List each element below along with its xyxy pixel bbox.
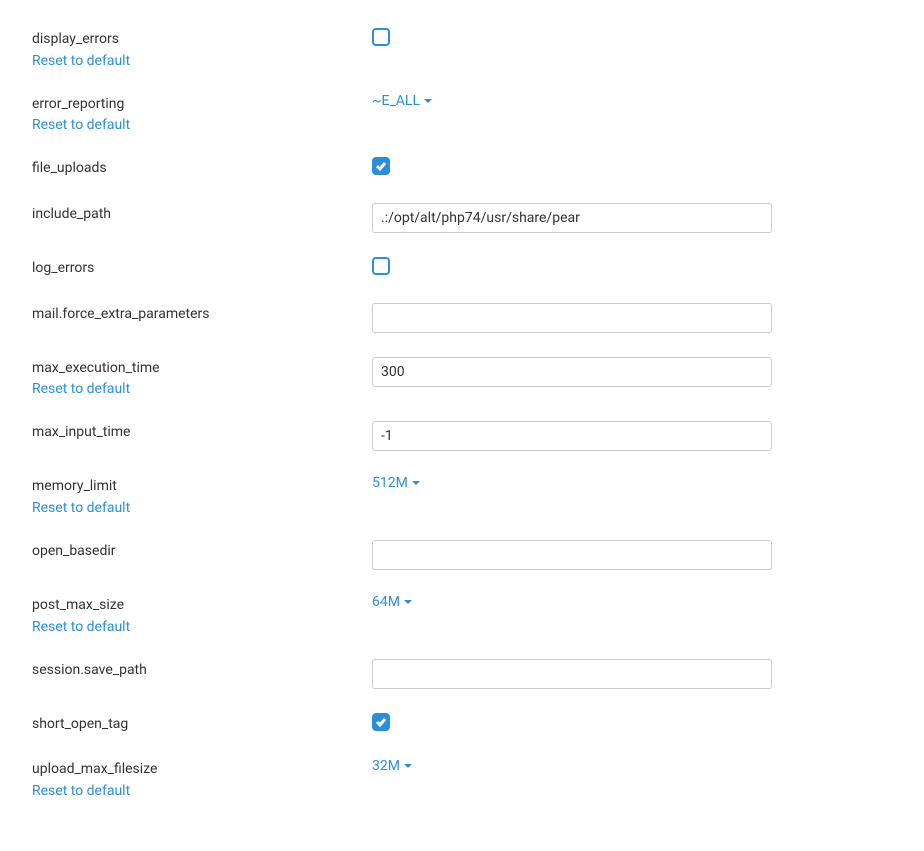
- log-errors-checkbox[interactable]: [372, 257, 390, 275]
- setting-label: max_input_time: [32, 423, 372, 443]
- setting-row-max-execution-time: max_execution_time Reset to default: [32, 357, 892, 398]
- value-col: 512M: [372, 475, 772, 491]
- setting-row-short-open-tag: short_open_tag: [32, 713, 892, 735]
- label-col: memory_limit Reset to default: [32, 475, 372, 516]
- label-col: upload_max_filesize Reset to default: [32, 758, 372, 799]
- setting-row-include-path: include_path: [32, 203, 892, 233]
- value-col: [372, 357, 772, 387]
- setting-label: short_open_tag: [32, 715, 372, 735]
- label-col: session.save_path: [32, 659, 372, 681]
- check-icon: [375, 160, 387, 172]
- reset-link[interactable]: Reset to default: [32, 619, 130, 635]
- upload-max-filesize-dropdown[interactable]: 32M: [372, 758, 412, 774]
- label-col: short_open_tag: [32, 713, 372, 735]
- label-col: open_basedir: [32, 540, 372, 562]
- setting-row-log-errors: log_errors: [32, 257, 892, 279]
- max-input-time-input[interactable]: [372, 421, 772, 451]
- value-col: [372, 540, 772, 570]
- reset-link[interactable]: Reset to default: [32, 381, 130, 397]
- setting-row-file-uploads: file_uploads: [32, 157, 892, 179]
- setting-label: include_path: [32, 205, 372, 225]
- value-col: [372, 659, 772, 689]
- value-col: 64M: [372, 594, 772, 610]
- setting-label: post_max_size: [32, 596, 372, 616]
- setting-row-display-errors: display_errors Reset to default: [32, 28, 892, 69]
- setting-row-open-basedir: open_basedir: [32, 540, 892, 570]
- setting-label: error_reporting: [32, 95, 372, 115]
- label-col: log_errors: [32, 257, 372, 279]
- setting-label: session.save_path: [32, 661, 372, 681]
- setting-row-post-max-size: post_max_size Reset to default 64M: [32, 594, 892, 635]
- label-col: display_errors Reset to default: [32, 28, 372, 69]
- setting-label: display_errors: [32, 30, 372, 50]
- file-uploads-checkbox[interactable]: [372, 157, 390, 175]
- label-col: max_input_time: [32, 421, 372, 443]
- max-execution-time-input[interactable]: [372, 357, 772, 387]
- setting-label: max_execution_time: [32, 359, 372, 379]
- dropdown-value: ~E_ALL: [372, 93, 420, 109]
- label-col: max_execution_time Reset to default: [32, 357, 372, 398]
- setting-label: open_basedir: [32, 542, 372, 562]
- setting-row-mail-force-extra-parameters: mail.force_extra_parameters: [32, 303, 892, 333]
- value-col: [372, 713, 772, 732]
- display-errors-checkbox[interactable]: [372, 28, 390, 46]
- label-col: post_max_size Reset to default: [32, 594, 372, 635]
- setting-row-memory-limit: memory_limit Reset to default 512M: [32, 475, 892, 516]
- dropdown-value: 512M: [372, 475, 408, 491]
- reset-link[interactable]: Reset to default: [32, 783, 130, 799]
- reset-link[interactable]: Reset to default: [32, 53, 130, 69]
- include-path-input[interactable]: [372, 203, 772, 233]
- setting-label: log_errors: [32, 259, 372, 279]
- dropdown-value: 64M: [372, 594, 400, 610]
- label-col: mail.force_extra_parameters: [32, 303, 372, 325]
- caret-down-icon: [424, 99, 432, 103]
- dropdown-value: 32M: [372, 758, 400, 774]
- open-basedir-input[interactable]: [372, 540, 772, 570]
- session-save-path-input[interactable]: [372, 659, 772, 689]
- reset-link[interactable]: Reset to default: [32, 117, 130, 133]
- reset-link[interactable]: Reset to default: [32, 500, 130, 516]
- value-col: [372, 28, 772, 50]
- value-col: ~E_ALL: [372, 93, 772, 109]
- value-col: 32M: [372, 758, 772, 774]
- value-col: [372, 257, 772, 279]
- post-max-size-dropdown[interactable]: 64M: [372, 594, 412, 610]
- label-col: file_uploads: [32, 157, 372, 179]
- check-icon: [375, 716, 387, 728]
- setting-row-error-reporting: error_reporting Reset to default ~E_ALL: [32, 93, 892, 134]
- value-col: [372, 157, 772, 176]
- label-col: error_reporting Reset to default: [32, 93, 372, 134]
- value-col: [372, 303, 772, 333]
- short-open-tag-checkbox[interactable]: [372, 713, 390, 731]
- label-col: include_path: [32, 203, 372, 225]
- setting-label: mail.force_extra_parameters: [32, 305, 372, 325]
- caret-down-icon: [404, 600, 412, 604]
- setting-label: file_uploads: [32, 159, 372, 179]
- error-reporting-dropdown[interactable]: ~E_ALL: [372, 93, 432, 109]
- caret-down-icon: [412, 481, 420, 485]
- setting-label: memory_limit: [32, 477, 372, 497]
- caret-down-icon: [404, 764, 412, 768]
- mail-force-extra-parameters-input[interactable]: [372, 303, 772, 333]
- value-col: [372, 421, 772, 451]
- value-col: [372, 203, 772, 233]
- setting-row-upload-max-filesize: upload_max_filesize Reset to default 32M: [32, 758, 892, 799]
- setting-row-session-save-path: session.save_path: [32, 659, 892, 689]
- memory-limit-dropdown[interactable]: 512M: [372, 475, 420, 491]
- setting-row-max-input-time: max_input_time: [32, 421, 892, 451]
